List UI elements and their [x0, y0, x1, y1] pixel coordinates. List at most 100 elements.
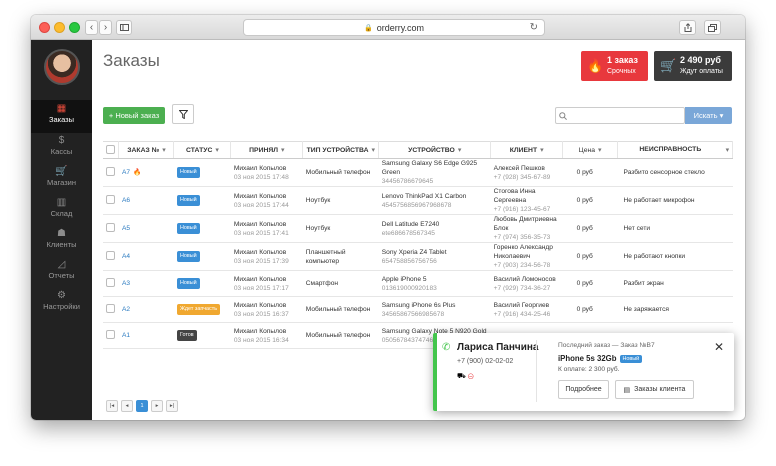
accepted-cell: Михаил Копылов 03 ноя 2015 17:17	[230, 270, 303, 297]
chevron-down-icon: ▾	[457, 147, 462, 154]
row-checkbox[interactable]	[106, 194, 115, 204]
column-header-status[interactable]: СТАТУС ▾	[173, 141, 232, 159]
search-input[interactable]	[555, 107, 685, 124]
row-checkbox-cell[interactable]	[103, 186, 119, 215]
table-row[interactable]: A7 🔥 Новый Михаил Копылов 03 ноя 2015 17:48 М…	[103, 158, 733, 187]
order-id-link[interactable]: A2	[122, 306, 130, 313]
price-cell: 0 руб	[562, 242, 618, 271]
table-row[interactable]: A2 Ждет запчасть Михаил Копылов 03 ноя 2015…	[103, 296, 733, 323]
table-row[interactable]: A6 Новый Михаил Копылов 03 ноя 2015 17:44 Но…	[103, 186, 733, 215]
alert-icon: ⊝	[467, 373, 474, 380]
table-row[interactable]: A5 Новый Михаил Копылов 03 ноя 2015 17:41 Но…	[103, 214, 733, 243]
client-orders-button[interactable]: ▤ Заказы клиента	[615, 380, 694, 399]
column-header-client[interactable]: КЛИЕНТ ▾	[490, 141, 564, 159]
order-id-link[interactable]: A4	[122, 253, 130, 260]
client-phone: +7 (928) 345-67-89	[493, 173, 551, 181]
row-checkbox[interactable]	[106, 166, 115, 176]
column-header-device[interactable]: УСТРОЙСТВО ▾	[378, 141, 492, 159]
sidebar-toggle-button[interactable]	[116, 20, 132, 35]
current-page-button[interactable]: 1	[136, 400, 148, 412]
status-badge[interactable]: Новый	[176, 195, 200, 206]
maximize-window-button[interactable]	[69, 22, 80, 33]
fire-icon: 🔥	[133, 169, 142, 176]
awaiting-amount: 2 490 руб	[680, 55, 721, 65]
order-id-link[interactable]: A7	[122, 169, 130, 176]
order-id-cell[interactable]: A4	[118, 242, 174, 271]
details-button[interactable]: Подробнее	[558, 380, 609, 399]
row-checkbox-cell[interactable]	[103, 296, 119, 323]
row-checkbox-cell[interactable]	[103, 242, 119, 271]
status-badge[interactable]: Новый	[176, 167, 200, 178]
select-all-checkbox[interactable]	[106, 144, 116, 154]
select-all-checkbox-cell[interactable]	[103, 141, 120, 159]
sidebar-item-clients[interactable]: ☗ Клиенты	[31, 225, 92, 258]
back-button[interactable]: ‹	[85, 20, 98, 35]
row-checkbox[interactable]	[106, 250, 115, 260]
column-header-accepted[interactable]: ПРИНЯЛ ▾	[230, 141, 304, 159]
last-page-button[interactable]: ▸|	[166, 400, 178, 412]
row-checkbox-cell[interactable]	[103, 322, 119, 349]
close-window-button[interactable]	[39, 22, 50, 33]
device-type-cell: Мобильный телефон	[302, 296, 379, 323]
sidebar-item-cash[interactable]: $ Кассы	[31, 132, 92, 165]
order-id-link[interactable]: A5	[122, 225, 130, 232]
address-bar[interactable]: 🔒 orderry.com ↻	[243, 19, 545, 36]
order-id-cell[interactable]: A2	[118, 296, 174, 323]
forward-icon: ›	[103, 22, 108, 33]
order-id-link[interactable]: A1	[122, 332, 130, 339]
sidebar: ▦ Заказы $ Кассы 🛒 Магазин ▥ Склад ☗ Кли…	[31, 40, 92, 420]
awaiting-payment-card[interactable]: 🛒 2 490 руб Ждут оплаты	[654, 51, 732, 81]
urgent-orders-card[interactable]: 🔥 1 заказ Срочных	[581, 51, 648, 81]
forward-button[interactable]: ›	[99, 20, 112, 35]
device-serial: ete686678567345	[381, 229, 435, 237]
prev-page-button[interactable]: ◂	[121, 400, 133, 412]
status-badge[interactable]: Ждет запчасть	[176, 304, 221, 315]
table-row[interactable]: A4 Новый Михаил Копылов 03 ноя 2015 17:39 Пл…	[103, 242, 733, 271]
column-header-price[interactable]: Цена ▾	[562, 141, 619, 159]
row-checkbox[interactable]	[106, 222, 115, 232]
device-serial: 34456786679645	[381, 178, 434, 185]
order-id-cell[interactable]: A3	[118, 270, 174, 297]
order-id-cell[interactable]: A7 🔥	[118, 158, 174, 187]
status-cell: Готов	[173, 322, 231, 349]
new-order-button[interactable]: + Новый заказ	[103, 107, 165, 124]
sidebar-item-shop[interactable]: 🛒 Магазин	[31, 163, 92, 196]
status-badge[interactable]: Новый	[176, 223, 200, 234]
close-icon[interactable]: ✕	[714, 340, 724, 354]
row-checkbox-cell[interactable]	[103, 270, 119, 297]
sidebar-item-reports[interactable]: ◿ Отчеты	[31, 256, 92, 289]
last-order-device: iPhone 5s 32Gb Новый	[558, 354, 643, 363]
device-cell: Sony Xperia Z4 Tablet 654758856756756	[378, 242, 491, 271]
first-page-button[interactable]: |◂	[106, 400, 118, 412]
status-badge[interactable]: Готов	[176, 330, 197, 341]
column-header-issue[interactable]: НЕИСПРАВНОСТЬ ▾	[617, 141, 733, 159]
search-button[interactable]: Искать ▾	[685, 107, 732, 124]
chevron-down-icon: ▾	[371, 147, 375, 154]
filter-button[interactable]	[172, 104, 194, 124]
order-id-link[interactable]: A6	[122, 197, 130, 204]
row-checkbox[interactable]	[106, 329, 115, 339]
minimize-window-button[interactable]	[54, 22, 65, 33]
sidebar-item-warehouse[interactable]: ▥ Склад	[31, 194, 92, 227]
next-page-button[interactable]: ▸	[151, 400, 163, 412]
chevron-down-icon: ▾	[725, 147, 729, 154]
order-id-cell[interactable]: A6	[118, 186, 174, 215]
order-id-cell[interactable]: A5	[118, 214, 174, 243]
status-badge[interactable]: Новый	[176, 278, 200, 289]
status-badge[interactable]: Новый	[176, 251, 200, 262]
column-header-order[interactable]: ЗАКАЗ № ▾	[118, 141, 175, 159]
column-header-device-type[interactable]: ТИП УСТРОЙСТВА ▾	[302, 141, 380, 159]
row-checkbox[interactable]	[106, 303, 115, 313]
avatar[interactable]	[44, 49, 80, 85]
sidebar-item-settings[interactable]: ⚙ Настройки	[31, 287, 92, 320]
sidebar-item-orders[interactable]: ▦ Заказы	[31, 100, 92, 133]
share-button[interactable]	[679, 20, 696, 35]
tabs-button[interactable]	[704, 20, 721, 35]
row-checkbox-cell[interactable]	[103, 158, 119, 187]
row-checkbox[interactable]	[106, 277, 115, 287]
reload-icon[interactable]: ↻	[530, 22, 538, 33]
order-id-cell[interactable]: A1	[118, 322, 174, 349]
table-row[interactable]: A3 Новый Михаил Копылов 03 ноя 2015 17:17 См…	[103, 270, 733, 297]
row-checkbox-cell[interactable]	[103, 214, 119, 243]
order-id-link[interactable]: A3	[122, 280, 130, 287]
